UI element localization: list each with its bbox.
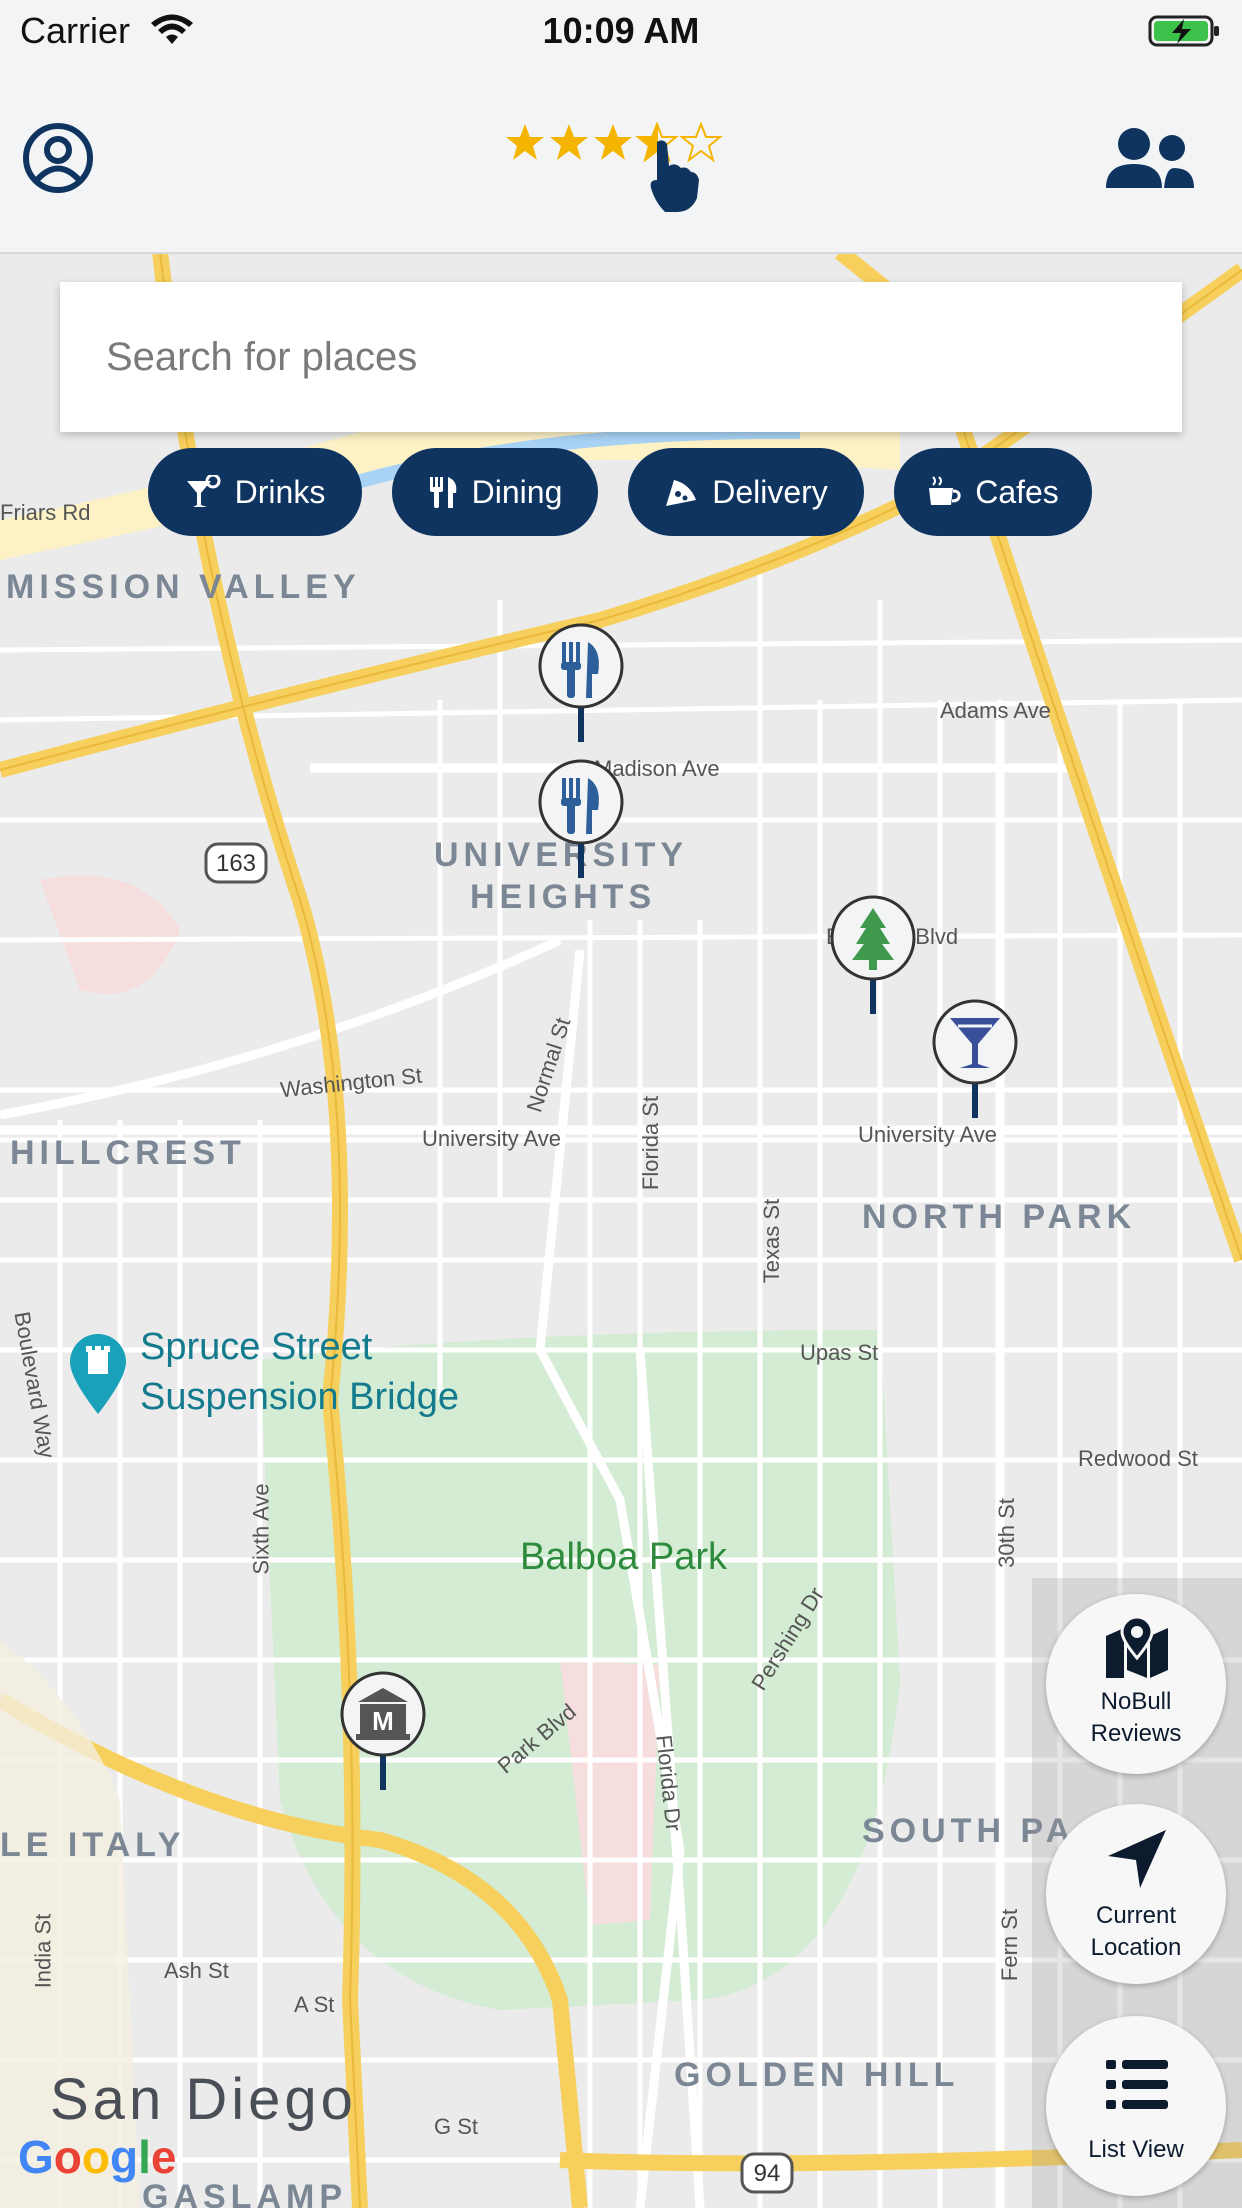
filter-chip-drinks[interactable]: Drinks (148, 448, 362, 536)
street-label: 30th St (993, 1498, 1019, 1568)
street-label: Ash St (164, 1958, 229, 1983)
google-logo: Google (18, 2131, 177, 2183)
district-label: LE ITALY (0, 1826, 186, 1864)
utensils-icon (429, 477, 456, 508)
drinks-pin-icon[interactable] (930, 998, 1020, 1118)
district-label: MISSION VALLEY (6, 568, 361, 606)
street-label: University Ave (422, 1126, 561, 1151)
street-label: Adams Ave (940, 698, 1051, 723)
dining-pin-icon[interactable] (536, 758, 626, 878)
highway-shield-icon: 94 (740, 2152, 794, 2194)
street-label: India St (30, 1913, 56, 1989)
district-label: GOLDEN HILL (674, 2056, 960, 2094)
battery-charging-icon (1148, 15, 1219, 47)
status-bar: Carrier 10:09 AM (0, 0, 1242, 62)
current-location-button[interactable]: Current Location (1046, 1804, 1226, 1984)
fab-label: NoBull (1100, 1688, 1172, 1715)
search-input[interactable] (60, 282, 1182, 432)
museum-pin-icon[interactable]: M (338, 1670, 428, 1790)
district-label: HILLCREST (10, 1134, 246, 1172)
landmark-marker-icon[interactable] (66, 1332, 130, 1416)
street-label: Texas St (759, 1198, 785, 1284)
filter-chip-label: Cafes (975, 473, 1059, 510)
street-label: Sixth Ave (248, 1483, 274, 1575)
filter-chip-label: Delivery (712, 473, 828, 510)
pizza-icon (666, 480, 697, 506)
star-icon (506, 124, 632, 160)
search-box (60, 282, 1182, 432)
poi-label[interactable]: Suspension Bridge (140, 1376, 459, 1419)
filter-chip-label: Dining (471, 473, 563, 510)
district-label: NORTH PARK (862, 1198, 1137, 1236)
city-label: San Diego (50, 2067, 357, 2132)
street-label: Redwood St (1078, 1446, 1198, 1471)
list-icon (1106, 2060, 1168, 2109)
dining-pin-icon[interactable] (536, 622, 626, 742)
list-view-button[interactable]: List View (1046, 2016, 1226, 2196)
poi-label[interactable]: Spruce Street (140, 1326, 372, 1369)
cocktail-icon (186, 475, 221, 507)
park-label[interactable]: Balboa Park (520, 1536, 727, 1579)
svg-text:163: 163 (216, 850, 256, 877)
street-label: University Ave (858, 1122, 997, 1147)
street-label: Friars Rd (0, 500, 91, 525)
filter-chip-dining[interactable]: Dining (392, 448, 598, 536)
fab-label: Reviews (1090, 1720, 1182, 1747)
street-label: Fern St (997, 1908, 1023, 1982)
coffee-icon (929, 476, 961, 505)
users-icon[interactable] (1104, 126, 1196, 190)
nobull-reviews-button[interactable]: NoBull Reviews (1046, 1594, 1226, 1774)
fab-label: List View (1088, 2136, 1184, 2163)
street-label: G St (434, 2114, 479, 2139)
svg-text:94: 94 (754, 2160, 781, 2187)
map-marker-icon (1106, 1616, 1168, 1678)
street-label: A St (294, 1992, 335, 2017)
top-bar (0, 62, 1242, 254)
filter-chip-label: Drinks (234, 473, 326, 510)
filter-chip-cafes[interactable]: Cafes (894, 448, 1092, 536)
fab-label: Location (1090, 1934, 1182, 1961)
user-circle-icon[interactable] (22, 122, 94, 194)
clock: 10:09 AM (542, 10, 700, 51)
location-arrow-icon (1108, 1830, 1166, 1888)
highway-shield-icon: 163 (204, 842, 268, 884)
street-label: Florida St (638, 1095, 664, 1191)
star-rating[interactable] (505, 122, 735, 232)
svg-text:M: M (372, 1706, 394, 1736)
street-label: Upas St (800, 1340, 879, 1365)
park-pin-icon[interactable] (828, 894, 918, 1014)
filter-chip-delivery[interactable]: Delivery (628, 448, 864, 536)
fab-label: Current (1095, 1902, 1177, 1929)
district-label: HEIGHTS (470, 878, 657, 916)
